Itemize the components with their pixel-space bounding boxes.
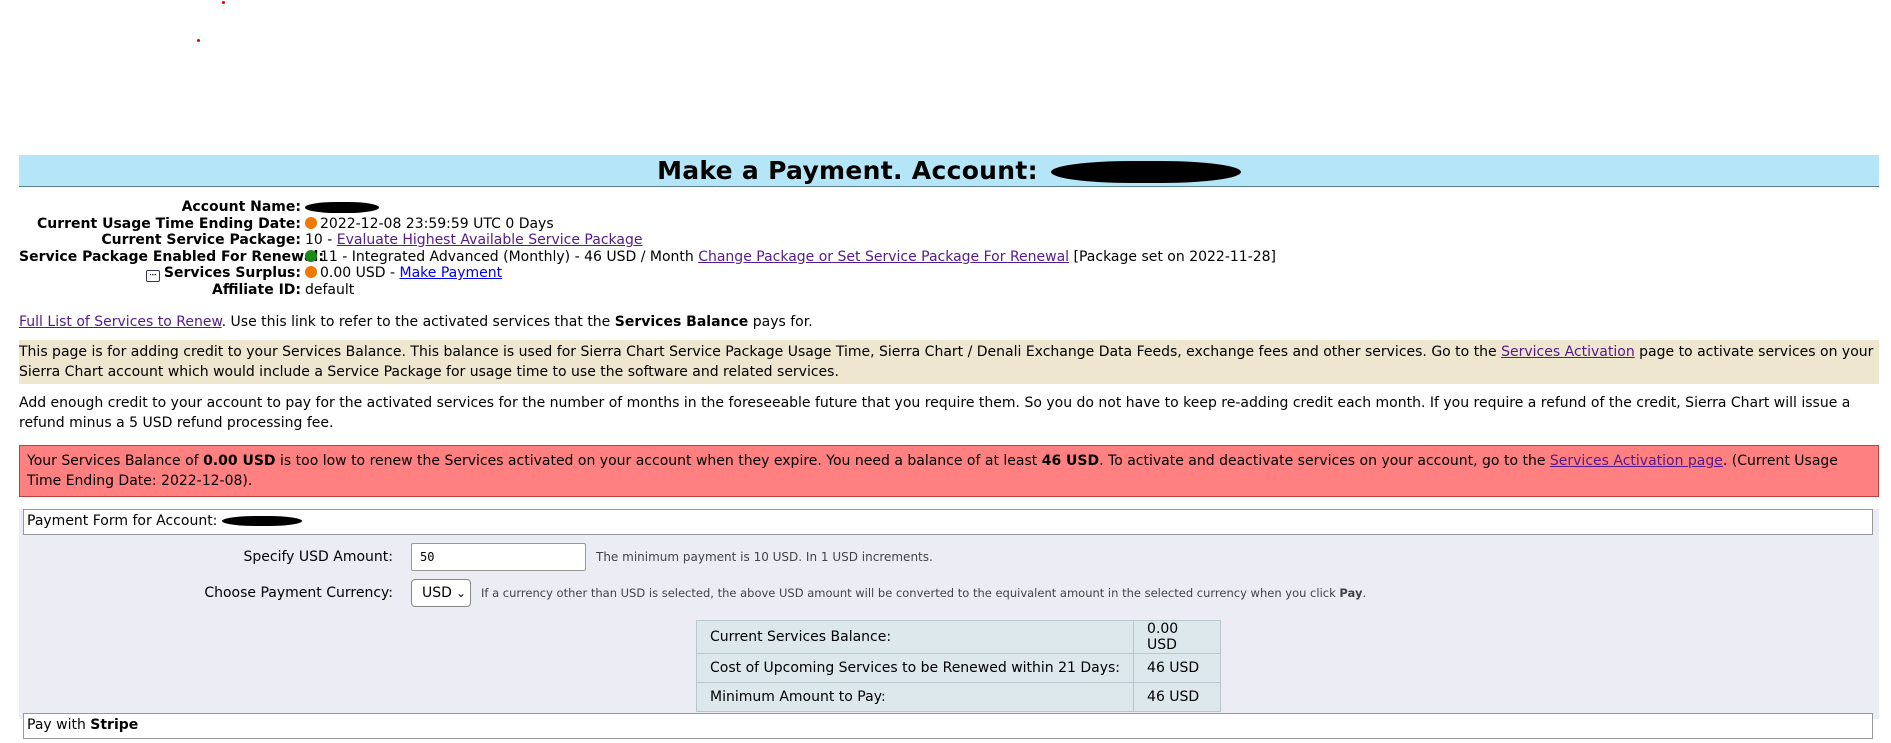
services-activation-page-link[interactable]: Services Activation page [1550, 453, 1723, 469]
amount-row: Specify USD Amount: The minimum payment … [19, 543, 933, 571]
status-orange-icon [305, 266, 317, 278]
chevron-down-icon: ⌄ [455, 586, 466, 600]
usd-amount-input[interactable] [411, 543, 586, 571]
affiliate-row: Affiliate ID: default [212, 281, 355, 298]
usage-time-row: Current Usage Time Ending Date: 2022-12-… [37, 215, 554, 232]
services-activation-link[interactable]: Services Activation [1501, 344, 1635, 360]
page-title: Make a Payment. Account: [19, 155, 1879, 187]
table-row: Minimum Amount to Pay: 46 USD [695, 682, 1222, 712]
services-surplus-row: ⋯ Services Surplus: 0.00 USD - Make Payme… [19, 265, 1879, 282]
red-dot [197, 39, 200, 42]
redacted-account [221, 516, 302, 526]
low-balance-alert: Your Services Balance of 0.00 USD is too… [19, 445, 1879, 497]
account-name-row: Account Name: [19, 199, 1879, 216]
currency-select[interactable]: USD ⌄ [411, 579, 471, 607]
add-credit-paragraph: Add enough credit to your account to pay… [19, 395, 1851, 431]
status-green-icon [305, 249, 317, 262]
make-payment-link[interactable]: Make Payment [400, 265, 503, 281]
pay-with-stripe-section: Pay with Stripe [23, 713, 1873, 739]
service-package-row: Current Service Package: 10 - Evaluate H… [101, 232, 643, 248]
payment-form-legend: Payment Form for Account: [23, 509, 1873, 535]
page-content: Make a Payment. Account: Account Name: C… [19, 155, 1879, 739]
account-info: Account Name: Current Usage Time Ending … [19, 199, 1879, 298]
renewal-row: Service Package Enabled For Renewal: 11 … [19, 248, 1277, 265]
balance-info-paragraph: This page is for adding credit to your S… [19, 340, 1879, 384]
payment-form: Payment Form for Account: Specify USD Am… [19, 509, 1879, 739]
redacted-account-name [305, 201, 379, 213]
currency-row: Choose Payment Currency: USD ⌄ If a curr… [19, 579, 1366, 607]
change-package-link[interactable]: Change Package or Set Service Package Fo… [698, 249, 1069, 265]
table-row: Cost of Upcoming Services to be Renewed … [695, 653, 1222, 683]
message-icon[interactable]: ⋯ [145, 270, 160, 282]
full-list-services-link[interactable]: Full List of Services to Renew [19, 314, 222, 330]
table-row: Current Services Balance: 0.00 USD [695, 620, 1222, 654]
red-dot [222, 1, 225, 4]
renew-services-paragraph: Full List of Services to Renew. Use this… [19, 314, 813, 330]
evaluate-package-link[interactable]: Evaluate Highest Available Service Packa… [337, 232, 643, 248]
payment-summary-table: Current Services Balance: 0.00 USD Cost … [695, 620, 1222, 712]
redacted-account-number [1050, 161, 1241, 183]
status-orange-icon [305, 216, 317, 229]
